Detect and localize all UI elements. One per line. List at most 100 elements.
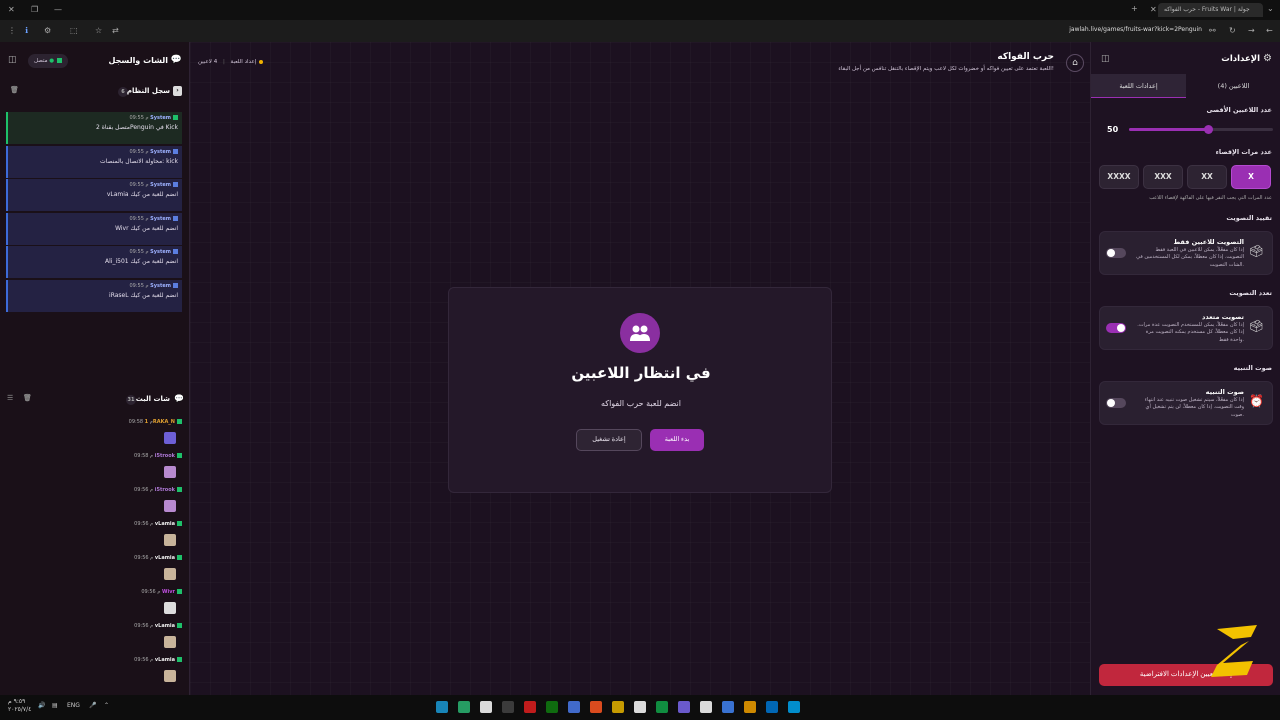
minimize-window-icon[interactable]: — bbox=[54, 5, 62, 14]
connection-label: متصل bbox=[34, 58, 48, 64]
chat-message: 09:56 م i5trook bbox=[6, 487, 182, 517]
browser-tab[interactable]: حرب الفواكه - Fruits War | جولة bbox=[1158, 3, 1263, 17]
url-text[interactable]: jawlah.live/games/fruits-war?kick=2Pengu… bbox=[1069, 26, 1202, 33]
collapse-panel-icon[interactable]: ◫ bbox=[1101, 54, 1110, 64]
chat-username[interactable]: vLamia bbox=[155, 657, 175, 663]
max-players-slider[interactable] bbox=[1129, 125, 1273, 134]
app-icon[interactable] bbox=[612, 701, 624, 713]
info-icon bbox=[173, 282, 178, 288]
settings-tabs: اللاعبين (4) إعدادات اللعبة bbox=[1091, 74, 1280, 98]
discord-icon[interactable] bbox=[678, 701, 690, 713]
filter-icon[interactable]: ☰ bbox=[7, 394, 13, 402]
bitcoin-icon[interactable] bbox=[480, 701, 492, 713]
chat-username[interactable]: Wivr bbox=[162, 589, 175, 595]
emote-image bbox=[164, 636, 176, 648]
volume-icon[interactable]: 🔊 bbox=[38, 702, 45, 709]
chat-time: 09:56 م bbox=[134, 657, 154, 663]
steam-icon[interactable] bbox=[436, 701, 448, 713]
log-meta: 09:55 م System bbox=[12, 282, 178, 289]
panel-toggle-icon[interactable]: ◫ bbox=[8, 55, 17, 65]
vote-restrict-title: التصويت للاعبين فقط bbox=[1173, 238, 1244, 246]
tab-search-icon[interactable]: ⌄ bbox=[1267, 4, 1274, 13]
microphone-icon[interactable]: 🎤 bbox=[89, 702, 96, 709]
tab-players[interactable]: اللاعبين (4) bbox=[1186, 74, 1280, 98]
elimination-option-x[interactable]: X bbox=[1231, 165, 1271, 189]
channel-logo-icon bbox=[1211, 625, 1257, 677]
elimination-option-xx[interactable]: XX bbox=[1187, 165, 1227, 189]
restore-window-icon[interactable]: ❐ bbox=[31, 5, 38, 14]
capcut-icon[interactable] bbox=[634, 701, 646, 713]
folder-icon[interactable] bbox=[744, 701, 756, 713]
connection-badge: متصل ● bbox=[28, 54, 69, 68]
clear-chat-icon[interactable]: 🗑 bbox=[23, 394, 32, 402]
reload-icon[interactable]: ↻ bbox=[1229, 26, 1236, 35]
elimination-option-xxxx[interactable]: XXXX bbox=[1099, 165, 1139, 189]
elimination-option-xxx[interactable]: XXX bbox=[1143, 165, 1183, 189]
chat-meta: 09:56 م vLamia bbox=[6, 555, 182, 561]
log-sender: System bbox=[150, 182, 171, 188]
chat-username[interactable]: i5trook bbox=[155, 453, 175, 459]
tray-chevron-icon[interactable]: ⌃ bbox=[104, 702, 109, 709]
extensions-icon[interactable]: ⚙ bbox=[44, 26, 51, 35]
chat-meta: 09:58 م i5trook bbox=[6, 453, 182, 459]
alert-sound-toggle[interactable] bbox=[1106, 398, 1126, 408]
chat-username[interactable]: i5trook bbox=[155, 487, 175, 493]
new-tab-icon[interactable]: + bbox=[1131, 4, 1138, 13]
keyboard-icon[interactable] bbox=[502, 701, 514, 713]
home-icon[interactable]: ⌂ bbox=[1066, 54, 1084, 72]
notion-icon[interactable] bbox=[700, 701, 712, 713]
game-header: ⌂ حرب الفواكه اللعبة تعتمد على تعيين فوا… bbox=[190, 42, 1090, 84]
clock-date: ٢٠٢٥/٧/٤ bbox=[8, 705, 32, 713]
bookmark-star-icon[interactable]: ☆ bbox=[95, 26, 102, 35]
log-time: 09:55 م bbox=[129, 148, 149, 155]
close-window-icon[interactable]: ✕ bbox=[8, 5, 15, 14]
site-settings-icon[interactable]: ⚯ bbox=[1209, 26, 1216, 35]
kick-icon bbox=[177, 555, 182, 560]
chat-message: 09:56 م vLamia bbox=[6, 521, 182, 551]
alert-sound-label: صوت التنبيه bbox=[1233, 364, 1272, 372]
log-entry: 09:55 م System iRaseL انضم للعبة من كيك bbox=[6, 279, 182, 312]
back-icon[interactable]: ← bbox=[1266, 26, 1273, 35]
chat-meta: 09:56 م Wivr bbox=[6, 589, 182, 595]
windows-start-icon[interactable] bbox=[788, 701, 800, 713]
chat-icon: 💬 bbox=[174, 394, 184, 403]
emote-image bbox=[164, 568, 176, 580]
log-message: متصل بقناة 2Penguin في Kick bbox=[96, 124, 178, 131]
brave-icon[interactable] bbox=[590, 701, 602, 713]
language-indicator[interactable]: ENG bbox=[67, 702, 80, 709]
restart-button[interactable]: إعادة تشغيل bbox=[576, 429, 642, 451]
log-meta: 09:55 م System bbox=[12, 148, 178, 155]
kick-icon bbox=[177, 419, 182, 424]
emote-image bbox=[164, 670, 176, 682]
feather-icon[interactable] bbox=[458, 701, 470, 713]
network-icon[interactable]: ▤ bbox=[52, 702, 58, 709]
chat-time: 09:56 م bbox=[134, 487, 154, 493]
menu-dots-icon[interactable]: ⋮ bbox=[8, 26, 16, 35]
start-game-button[interactable]: بدء اللعبة bbox=[650, 429, 704, 451]
clear-log-icon[interactable]: 🗑 bbox=[10, 86, 19, 94]
vote-restrict-toggle[interactable] bbox=[1106, 248, 1126, 258]
log-message: iRaseL انضم للعبة من كيك bbox=[109, 291, 178, 299]
slider-handle[interactable] bbox=[1204, 125, 1214, 134]
log-meta: 09:55 م System bbox=[12, 215, 178, 222]
kick-icon bbox=[177, 657, 182, 662]
translate-icon[interactable]: ⇄ bbox=[112, 26, 119, 35]
xbox-icon[interactable] bbox=[546, 701, 558, 713]
tab-game-settings[interactable]: إعدادات اللعبة bbox=[1091, 74, 1186, 98]
bookmark-icon[interactable] bbox=[656, 701, 668, 713]
chrome-icon[interactable] bbox=[722, 701, 734, 713]
alert-sound-desc: إذا كان مفعّلاً، سيتم تشغيل صوت تنبيه عن… bbox=[1144, 397, 1244, 418]
chat-bubble-icon: 💬 bbox=[170, 55, 182, 65]
edge-icon[interactable] bbox=[766, 701, 778, 713]
info-icon[interactable]: ℹ bbox=[25, 26, 28, 35]
link-icon[interactable] bbox=[568, 701, 580, 713]
close-tab-icon[interactable]: ✕ bbox=[1150, 5, 1157, 14]
chat-username[interactable]: vLamia bbox=[155, 623, 175, 629]
adobe-icon[interactable] bbox=[524, 701, 536, 713]
forward-icon[interactable]: → bbox=[1248, 26, 1255, 35]
chat-username[interactable]: vLamia bbox=[155, 555, 175, 561]
chat-log-panel: ◫ متصل ● الشات والسجل 💬 🗑 6 سجل النظام ›… bbox=[0, 42, 190, 695]
download-icon[interactable]: ⬚ bbox=[70, 26, 78, 35]
multi-vote-toggle[interactable] bbox=[1106, 323, 1126, 333]
chat-username[interactable]: vLamia bbox=[155, 521, 175, 527]
